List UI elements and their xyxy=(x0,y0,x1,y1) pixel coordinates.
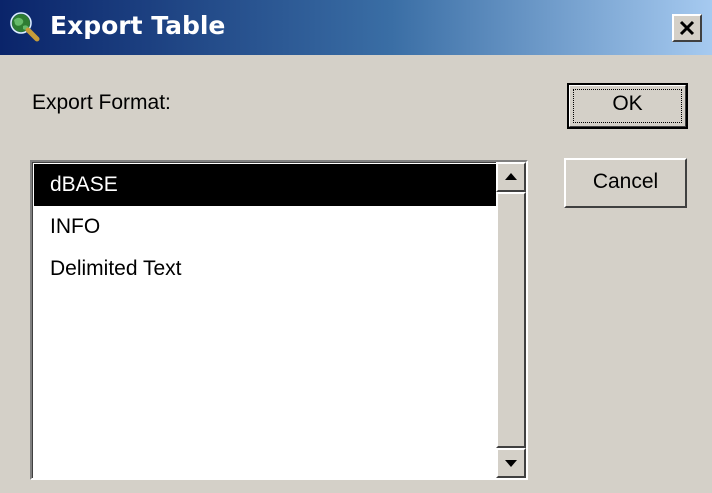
scrollbar-track[interactable] xyxy=(496,192,526,448)
scroll-down-button[interactable] xyxy=(496,448,526,478)
cancel-button[interactable]: Cancel xyxy=(564,158,687,208)
list-item-info[interactable]: INFO xyxy=(34,206,496,248)
export-format-label: Export Format: xyxy=(32,91,171,114)
ok-button-label: OK xyxy=(612,92,643,115)
list-item-delimited-text[interactable]: Delimited Text xyxy=(34,248,496,290)
list-item-dbase[interactable]: dBASE xyxy=(34,164,496,206)
cancel-button-label: Cancel xyxy=(592,170,659,193)
format-list-items: dBASE INFO Delimited Text xyxy=(34,164,496,478)
globe-magnifier-icon xyxy=(8,10,40,42)
ok-button[interactable]: OK xyxy=(567,83,688,129)
export-format-listbox[interactable]: dBASE INFO Delimited Text xyxy=(30,160,528,480)
title-bar[interactable]: Export Table xyxy=(0,0,712,55)
scroll-up-button[interactable] xyxy=(496,162,526,192)
close-button[interactable] xyxy=(672,14,702,42)
window-title: Export Table xyxy=(50,11,226,40)
export-table-dialog: Export Table Export Format: dBASE INFO D… xyxy=(0,0,712,493)
vertical-scrollbar[interactable] xyxy=(496,162,526,478)
